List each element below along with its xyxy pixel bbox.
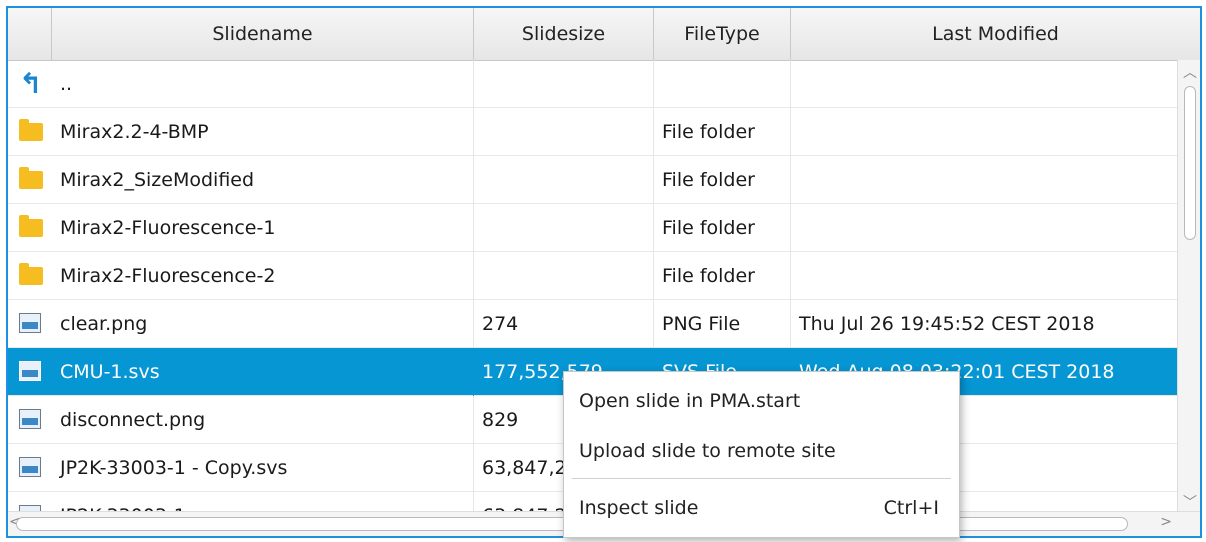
menu-item-open-slide[interactable]: Open slide in PMA.start	[564, 378, 959, 424]
menu-item-upload-slide[interactable]: Upload slide to remote site	[564, 428, 959, 474]
row-icon-cell: ↰	[8, 60, 48, 108]
cell-modified	[791, 156, 1180, 204]
cell-type: File folder	[654, 156, 791, 204]
cell-name: Mirax2-Fluorescence-2	[52, 252, 474, 300]
cell-name: ..	[52, 60, 474, 108]
table-header: Slidename Slidesize FileType Last Modifi…	[8, 8, 1200, 61]
row-icon-cell	[8, 396, 48, 444]
table-row[interactable]: Mirax2_SizeModified File folder	[8, 156, 1180, 204]
cell-type	[654, 60, 791, 108]
cell-modified	[791, 108, 1180, 156]
folder-icon	[19, 263, 43, 285]
cell-size: 274	[474, 300, 654, 348]
header-last-modified[interactable]: Last Modified	[791, 8, 1200, 60]
cell-type: File folder	[654, 204, 791, 252]
cell-type: File folder	[654, 108, 791, 156]
row-icon-cell	[8, 300, 48, 348]
vertical-scroll-thumb[interactable]	[1184, 86, 1196, 240]
scroll-down-icon[interactable]: ﹀	[1183, 492, 1197, 512]
folder-icon	[19, 167, 43, 189]
cell-name: Mirax2-Fluorescence-1	[52, 204, 474, 252]
header-filetype[interactable]: FileType	[654, 8, 791, 60]
folder-icon	[19, 119, 43, 141]
cell-name: JP2K-33003-1 - Copy.svs	[52, 444, 474, 492]
menu-separator	[572, 478, 951, 479]
vertical-scrollbar[interactable]: ︿ ﹀	[1177, 60, 1200, 514]
up-arrow-icon: ↰	[19, 67, 43, 100]
row-icon-cell	[8, 348, 48, 396]
cell-size	[474, 156, 654, 204]
folder-icon	[19, 215, 43, 237]
table-row[interactable]: Mirax2-Fluorescence-1 File folder	[8, 204, 1180, 252]
scroll-right-icon[interactable]: >	[1160, 514, 1172, 530]
table-row[interactable]: ↰..	[8, 60, 1180, 108]
cell-name: Mirax2.2-4-BMP	[52, 108, 474, 156]
cell-size	[474, 252, 654, 300]
row-icon-cell	[8, 444, 48, 492]
cell-type: PNG File	[654, 300, 791, 348]
row-icon-cell	[8, 156, 48, 204]
image-file-icon	[19, 409, 41, 429]
row-icon-cell	[8, 108, 48, 156]
cell-size	[474, 204, 654, 252]
row-icon-cell	[8, 204, 48, 252]
table-row[interactable]: clear.png 274 PNG File Thu Jul 26 19:45:52 …	[8, 300, 1180, 348]
cell-modified	[791, 252, 1180, 300]
cell-type: File folder	[654, 252, 791, 300]
context-menu: Open slide in PMA.start Upload slide to …	[563, 371, 960, 538]
cell-name: Mirax2_SizeModified	[52, 156, 474, 204]
table-row[interactable]: Mirax2.2-4-BMP File folder	[8, 108, 1180, 156]
image-file-icon	[19, 313, 41, 333]
header-slidename[interactable]: Slidename	[52, 8, 474, 60]
header-slidesize[interactable]: Slidesize	[474, 8, 654, 60]
cell-name: CMU-1.svs	[52, 348, 474, 396]
row-icon-cell	[8, 252, 48, 300]
cell-name: clear.png	[52, 300, 474, 348]
cell-size	[474, 108, 654, 156]
image-file-icon	[19, 457, 41, 477]
table-row[interactable]: Mirax2-Fluorescence-2 File folder	[8, 252, 1180, 300]
scroll-up-icon[interactable]: ︿	[1183, 62, 1197, 82]
cell-size	[474, 60, 654, 108]
cell-modified: Thu Jul 26 19:45:52 CEST 2018	[791, 300, 1180, 348]
menu-item-inspect-slide[interactable]: Inspect slide Ctrl+I	[564, 485, 959, 531]
cell-name: disconnect.png	[52, 396, 474, 444]
cell-modified	[791, 60, 1180, 108]
image-file-icon	[19, 361, 41, 381]
inspect-shortcut: Ctrl+I	[883, 497, 939, 519]
cell-modified	[791, 204, 1180, 252]
header-icon-column[interactable]	[8, 8, 52, 60]
